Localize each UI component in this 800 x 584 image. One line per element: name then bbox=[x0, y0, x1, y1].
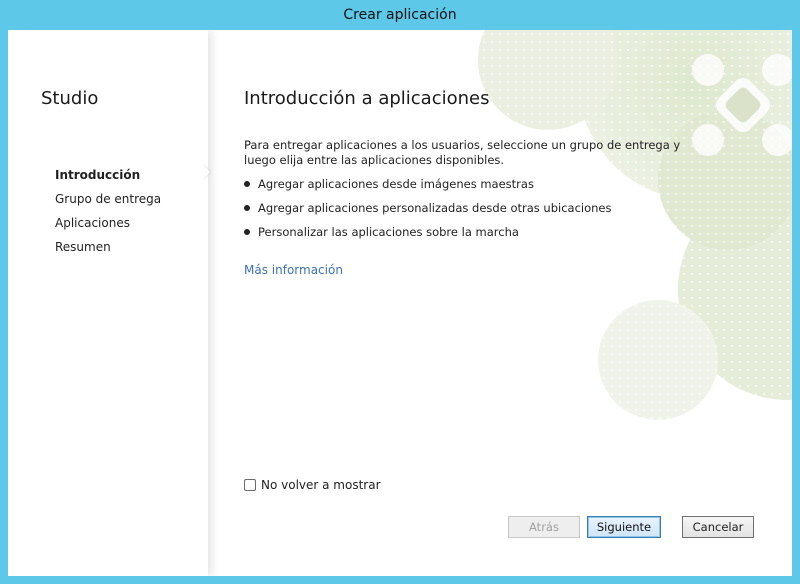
wizard-sidebar: Studio Introducción Grupo de entrega Apl… bbox=[8, 30, 208, 576]
bullet-icon bbox=[244, 229, 250, 235]
back-button[interactable]: Atrás bbox=[508, 516, 580, 538]
intro-text: Para entregar aplicaciones a los usuario… bbox=[244, 138, 681, 167]
wizard-buttons: Atrás Siguiente Cancelar bbox=[508, 516, 754, 538]
window-title: Crear aplicación bbox=[343, 7, 457, 23]
list-item: Agregar aplicaciones desde imágenes maes… bbox=[244, 176, 611, 200]
list-item-text: Agregar aplicaciones desde imágenes maes… bbox=[258, 177, 534, 191]
dont-show-again-label: No volver a mostrar bbox=[261, 478, 381, 492]
next-button[interactable]: Siguiente bbox=[587, 516, 661, 538]
list-item-text: Agregar aplicaciones personalizadas desd… bbox=[258, 201, 612, 215]
step-summary[interactable]: Resumen bbox=[55, 235, 161, 259]
step-delivery-group[interactable]: Grupo de entrega bbox=[55, 187, 161, 211]
feature-list: Agregar aplicaciones desde imágenes maes… bbox=[244, 176, 611, 248]
list-item: Personalizar las aplicaciones sobre la m… bbox=[244, 224, 611, 248]
window-bottom-border bbox=[0, 576, 800, 584]
bullet-icon bbox=[244, 181, 250, 187]
dont-show-again-option[interactable]: No volver a mostrar bbox=[244, 478, 381, 492]
dialog-window: Crear aplicación Studio Introducción Gru… bbox=[0, 0, 800, 584]
wizard-steps: Introducción Grupo de entrega Aplicacion… bbox=[55, 163, 161, 259]
cancel-button[interactable]: Cancelar bbox=[682, 516, 754, 538]
list-item: Agregar aplicaciones personalizadas desd… bbox=[244, 200, 611, 224]
sidebar-title: Studio bbox=[41, 88, 99, 109]
dont-show-again-checkbox[interactable] bbox=[244, 479, 256, 491]
bullet-icon bbox=[244, 205, 250, 211]
list-item-text: Personalizar las aplicaciones sobre la m… bbox=[258, 225, 519, 239]
page-title: Introducción a aplicaciones bbox=[244, 88, 490, 109]
more-info-link[interactable]: Más información bbox=[244, 263, 343, 277]
dialog-client-area: Studio Introducción Grupo de entrega Apl… bbox=[8, 30, 792, 576]
active-step-pointer-icon bbox=[203, 165, 210, 179]
step-applications[interactable]: Aplicaciones bbox=[55, 211, 161, 235]
step-introduction[interactable]: Introducción bbox=[55, 163, 161, 187]
wizard-content: Introducción a aplicaciones Para entrega… bbox=[244, 30, 784, 576]
